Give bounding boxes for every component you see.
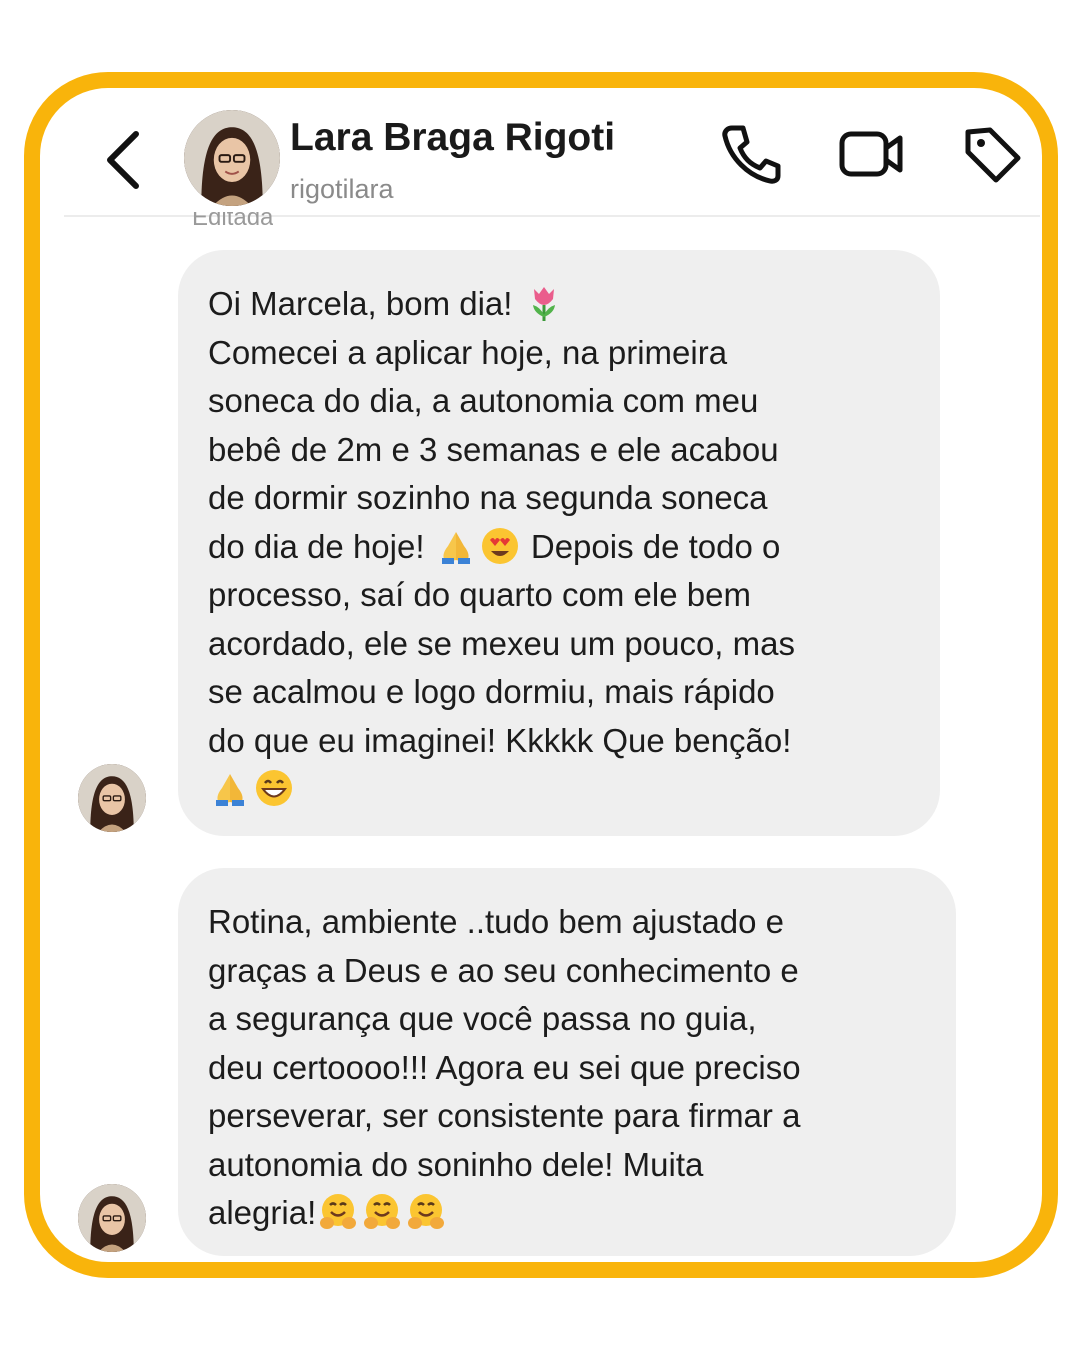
message-line: alegria! [208, 1189, 936, 1238]
message-line [208, 765, 920, 814]
message-line: do que eu imaginei! Kkkkk Que benção! [208, 721, 792, 759]
folded-hands-emoji-icon [441, 531, 470, 564]
profile-photo [184, 110, 280, 206]
contact-avatar[interactable] [184, 110, 280, 206]
message-bubble[interactable]: Rotina, ambiente ..tudo bem ajustado e g… [178, 868, 956, 1256]
message-line: soneca do dia, a autonomia com meu [208, 382, 759, 419]
message-bubble[interactable]: Oi Marcela, bom dia! Comecei a aplicar h… [178, 250, 940, 836]
back-button[interactable] [96, 120, 156, 200]
message-line: perseverar, ser consistente para firmar … [208, 1097, 801, 1134]
contact-username: rigotilara [290, 174, 394, 204]
sender-avatar[interactable] [78, 1184, 146, 1252]
message-line: deu certoooo!!! Agora eu sei que preciso [208, 1048, 801, 1086]
sender-avatar[interactable] [78, 764, 146, 832]
message-line: do dia de hoje! Depois de todo o [208, 527, 781, 565]
message-line: bebê de 2m e 3 semanas e ele acabou [208, 430, 779, 468]
message-line: autonomia do soninho dele! Muita [208, 1145, 704, 1183]
message-line: se acalmou e logo dormiu, mais rápido [208, 673, 775, 710]
hugging-face-emoji-icon [320, 1194, 357, 1229]
hugging-face-emoji-icon [364, 1194, 401, 1229]
video-camera-icon [839, 131, 903, 177]
message-line: Comecei a aplicar hoje, na primeira [208, 333, 728, 371]
profile-photo [78, 1184, 146, 1252]
heart-eyes-face-emoji-icon [481, 527, 518, 564]
tulip-emoji-icon [532, 287, 555, 321]
contact-name[interactable]: Lara Braga Rigoti [290, 116, 615, 160]
message-line: acordado, ele se mexeu um pouco, mas [208, 624, 795, 662]
message-line: de dormir sozinho na segunda soneca [208, 479, 768, 516]
message-line: a segurança que você passa no guia, [208, 1000, 757, 1037]
message-line: processo, saí do quarto com ele bem [208, 576, 751, 613]
folded-hands-emoji-icon [216, 774, 244, 806]
grinning-face-emoji-icon [256, 770, 292, 806]
chat-header: Lara Braga Rigoti rigotilara [40, 88, 1042, 228]
phone-icon [722, 125, 781, 184]
hugging-face-emoji-icon [408, 1194, 445, 1229]
chevron-left-icon [107, 131, 139, 189]
call-button[interactable] [716, 118, 786, 188]
profile-photo [78, 764, 146, 832]
video-call-button[interactable] [836, 118, 906, 188]
message-line: graças a Deus e ao seu conhecimento e [208, 951, 799, 989]
tag-icon [965, 127, 1021, 183]
message-line: Oi Marcela, bom dia! [208, 280, 920, 329]
tag-button[interactable] [956, 118, 1026, 188]
chat-screenshot-frame: Lara Braga Rigoti rigotilara Editada Oi … [24, 72, 1058, 1278]
edited-label: Editada [192, 212, 274, 228]
message-line: Rotina, ambiente ..tudo bem ajustado e [208, 903, 785, 940]
